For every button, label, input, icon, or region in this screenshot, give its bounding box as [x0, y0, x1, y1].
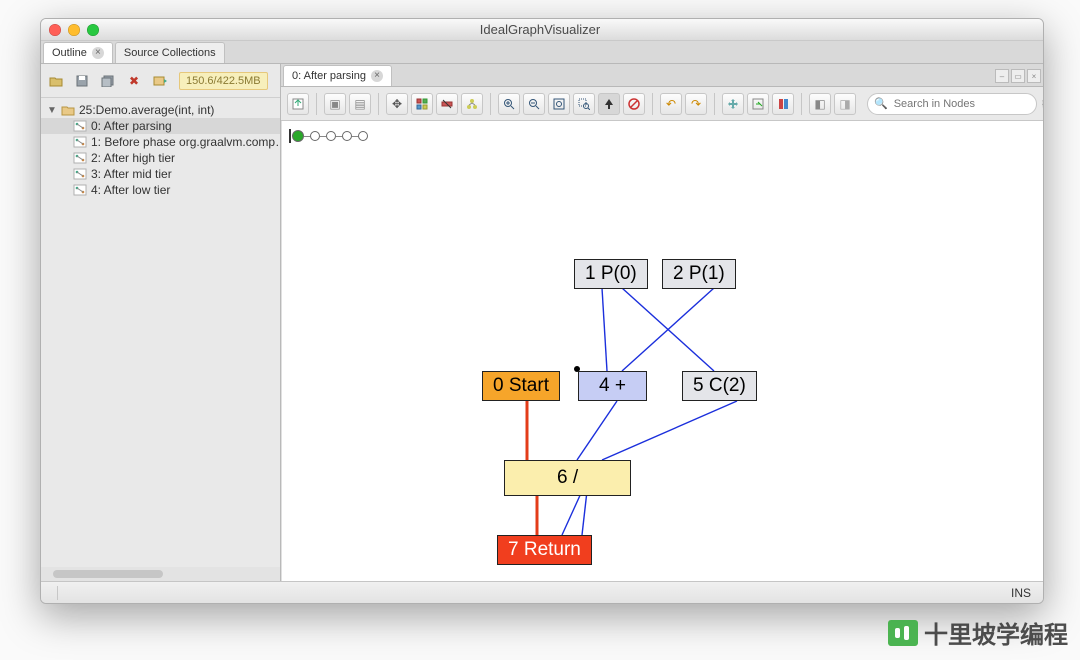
tree-item[interactable]: 4: After low tier [41, 182, 280, 198]
tree-item[interactable]: 1: Before phase org.graalvm.comp… [41, 134, 280, 150]
graph-file-icon [73, 120, 87, 132]
filter-icon[interactable]: ◨ [834, 93, 856, 115]
sidebar: ✖ 150.6/422.5MB ▼ 25:Demo.average(int, i… [41, 64, 281, 581]
pin-icon[interactable]: ◧ [809, 93, 831, 115]
hide-icon[interactable] [436, 93, 458, 115]
maximize-window-button[interactable] [87, 24, 99, 36]
clear-search-icon[interactable]: × [1042, 98, 1044, 110]
close-pane-icon[interactable]: × [1027, 69, 1041, 83]
bookmark-icon[interactable] [772, 93, 794, 115]
sidebar-tabstrip: Outline × Source Collections [41, 41, 1043, 64]
graph-file-icon [73, 168, 87, 180]
main-toolbar: ▣ ▤ ✥ ↶ ↷ [281, 87, 1043, 121]
zoom-region-icon[interactable] [573, 93, 595, 115]
layout-icon[interactable] [411, 93, 433, 115]
search-input[interactable] [892, 97, 1038, 111]
undo-icon[interactable]: ↶ [660, 93, 682, 115]
minimize-pane-icon[interactable]: – [995, 69, 1009, 83]
zoom-out-icon[interactable] [523, 93, 545, 115]
disclosure-triangle-icon[interactable]: ▼ [47, 105, 57, 116]
sidebar-toolbar: ✖ 150.6/422.5MB [41, 64, 280, 98]
tree-item-label: 1: Before phase org.graalvm.comp… [91, 135, 280, 149]
pan-icon[interactable] [722, 93, 744, 115]
redo-icon[interactable]: ↷ [685, 93, 707, 115]
graph-node-divide[interactable]: 6 / [504, 460, 631, 496]
minimize-window-button[interactable] [68, 24, 80, 36]
tree-root[interactable]: ▼ 25:Demo.average(int, int) [41, 102, 280, 118]
save-icon[interactable] [71, 70, 93, 92]
graph-file-icon [73, 184, 87, 196]
tab-label: Source Collections [124, 47, 216, 59]
app-window: IdealGraphVisualizer Outline × Source Co… [40, 18, 1044, 604]
tree-root-label: 25:Demo.average(int, int) [79, 103, 214, 117]
tree-item[interactable]: 3: After mid tier [41, 166, 280, 182]
memory-indicator: 150.6/422.5MB [179, 72, 268, 90]
sidebar-scrollbar[interactable] [41, 567, 280, 581]
move-icon[interactable]: ✥ [386, 93, 408, 115]
graph-edges [282, 121, 1043, 581]
window-controls [49, 24, 99, 36]
status-bar: INS [41, 581, 1043, 603]
search-icon: 🔍 [874, 97, 888, 110]
tree-item-label: 3: After mid tier [91, 167, 172, 181]
delete-icon[interactable]: ✖ [123, 70, 145, 92]
tree-item-label: 2: After high tier [91, 151, 175, 165]
graph-canvas[interactable]: 1 P(0) 2 P(1) 0 Start 4 + 5 C(2) 6 / 7 R… [281, 121, 1043, 581]
outline-tree[interactable]: ▼ 25:Demo.average(int, int) 0: After par… [41, 98, 280, 567]
close-icon[interactable]: × [92, 47, 104, 59]
expand-icon[interactable]: ▤ [349, 93, 371, 115]
document-tabstrip: 0: After parsing × – ▭ × [281, 64, 1043, 87]
tree-item-label: 0: After parsing [91, 119, 172, 133]
folder-icon [61, 104, 75, 116]
graph-node-start[interactable]: 0 Start [482, 371, 560, 401]
select-mode-icon[interactable] [598, 93, 620, 115]
wechat-logo-icon [888, 620, 918, 646]
tree-item[interactable]: 2: After high tier [41, 150, 280, 166]
save-all-icon[interactable] [97, 70, 119, 92]
stop-icon[interactable] [623, 93, 645, 115]
tab-source-collections[interactable]: Source Collections [115, 42, 225, 63]
refresh-icon[interactable] [149, 70, 171, 92]
zoom-in-icon[interactable] [498, 93, 520, 115]
main-panel: 0: After parsing × – ▭ × ▣ ▤ ✥ [281, 64, 1043, 581]
extract-icon[interactable] [747, 93, 769, 115]
open-icon[interactable] [45, 70, 67, 92]
graph-file-icon [73, 152, 87, 164]
graph-node-constant[interactable]: 5 C(2) [682, 371, 757, 401]
tab-label: Outline [52, 47, 87, 59]
flow-icon[interactable] [461, 93, 483, 115]
zoom-fit-icon[interactable] [548, 93, 570, 115]
tree-item-label: 4: After low tier [91, 183, 170, 197]
export-icon[interactable] [287, 93, 309, 115]
document-tab[interactable]: 0: After parsing × [283, 65, 392, 86]
graph-file-icon [73, 136, 87, 148]
titlebar: IdealGraphVisualizer [41, 19, 1043, 41]
tab-outline[interactable]: Outline × [43, 42, 113, 63]
watermark-text: 十里坡学编程 [924, 615, 1068, 650]
graph-node-parameter[interactable]: 1 P(0) [574, 259, 648, 289]
document-tab-label: 0: After parsing [292, 70, 366, 82]
collapse-icon[interactable]: ▣ [324, 93, 346, 115]
watermark: 十里坡学编程 [888, 615, 1068, 650]
tree-item[interactable]: 0: After parsing [41, 118, 280, 134]
window-title: IdealGraphVisualizer [99, 22, 981, 37]
insert-mode-indicator: INS [1011, 586, 1035, 600]
restore-pane-icon[interactable]: ▭ [1011, 69, 1025, 83]
graph-node-return[interactable]: 7 Return [497, 535, 592, 565]
close-window-button[interactable] [49, 24, 61, 36]
close-icon[interactable]: × [371, 70, 383, 82]
graph-node-parameter[interactable]: 2 P(1) [662, 259, 736, 289]
search-box[interactable]: 🔍 × [867, 93, 1037, 115]
graph-node-add[interactable]: 4 + [578, 371, 647, 401]
